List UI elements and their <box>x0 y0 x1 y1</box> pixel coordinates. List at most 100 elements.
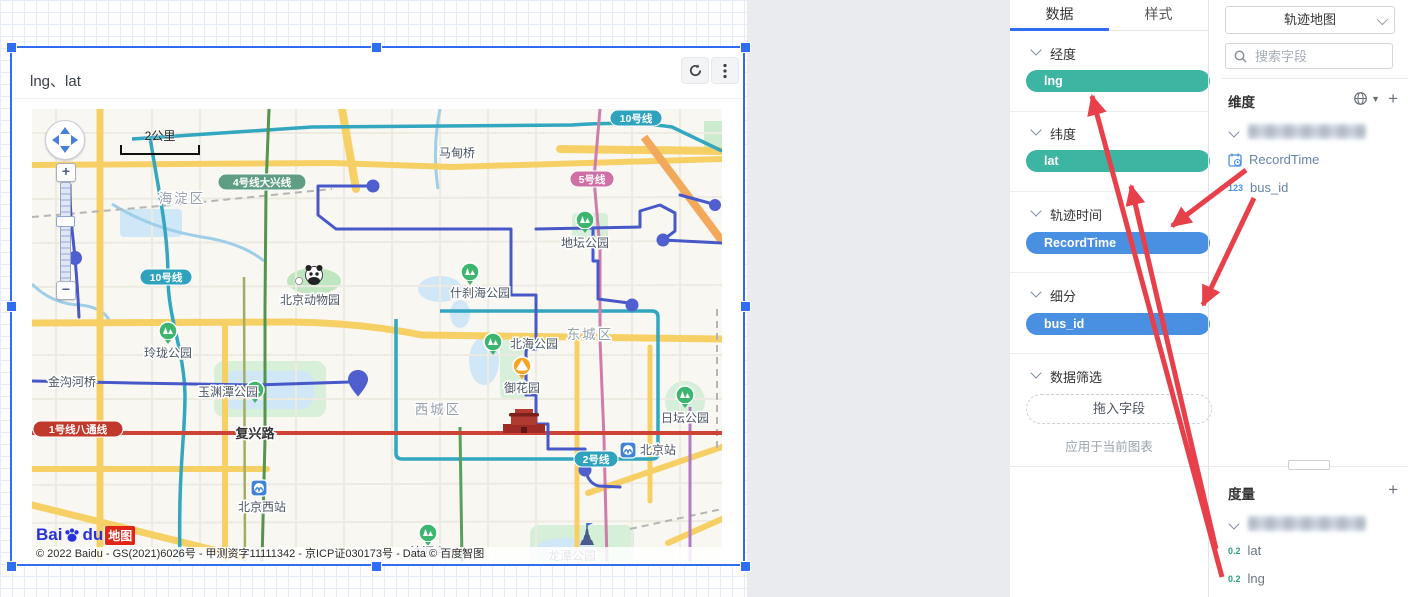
scale-label: 2公里 <box>120 127 200 144</box>
field-lat[interactable]: 0.2 lat <box>1228 543 1261 558</box>
resize-handle-s[interactable] <box>371 561 382 572</box>
chevron-down-icon[interactable] <box>1030 44 1041 55</box>
place-label: 地坛公园 <box>561 236 609 250</box>
divider <box>1222 78 1408 79</box>
place-label: 御花园 <box>504 380 540 395</box>
resize-handle-se[interactable] <box>740 561 751 572</box>
chip-busid[interactable]: bus_id <box>1026 313 1210 335</box>
chevron-down-icon <box>1377 14 1388 25</box>
railways <box>32 189 722 529</box>
refresh-icon <box>688 63 703 78</box>
decimal-field-icon: 0.2 <box>1228 546 1241 556</box>
pan-left-icon[interactable] <box>52 135 59 145</box>
tab-data[interactable]: 数据 <box>1010 0 1109 30</box>
baidu-map-badge: 地图 <box>105 526 135 545</box>
more-options-button[interactable] <box>711 57 739 84</box>
resize-handle-w[interactable] <box>6 301 17 312</box>
chart-type-select[interactable]: 轨迹地图 <box>1225 6 1395 34</box>
district-label: 东城区 <box>567 327 614 342</box>
field-name: lng <box>1248 571 1265 586</box>
field-busid[interactable]: 123 bus_id <box>1228 180 1288 195</box>
refresh-button[interactable] <box>681 57 709 84</box>
line-pill: 4号线大兴线 <box>233 176 292 189</box>
measures-tools: + <box>1388 483 1398 497</box>
add-measure-button[interactable]: + <box>1388 483 1398 497</box>
chip-lat[interactable]: lat <box>1026 150 1210 172</box>
zoom-in-button[interactable]: + <box>56 163 76 182</box>
widget-title: lng、lat <box>30 70 81 91</box>
map-pan-control[interactable] <box>45 120 85 160</box>
number-field-icon: 123 <box>1228 183 1243 193</box>
panel-tabs: 数据 样式 <box>1010 0 1208 31</box>
chevron-down-icon[interactable] <box>1030 286 1041 297</box>
field-name: bus_id <box>1250 180 1288 195</box>
scale-bar <box>120 145 200 155</box>
place-label: 马甸桥 <box>439 146 475 160</box>
zoom-out-button[interactable]: − <box>56 281 76 300</box>
config-panels: 数据 样式 经度 lng 纬度 lat 轨迹时间 RecordTime 细分 b… <box>1010 0 1408 597</box>
chevron-down-icon[interactable] <box>1228 126 1239 137</box>
field-lng[interactable]: 0.2 lng <box>1228 571 1265 586</box>
map-scale: 2公里 <box>120 127 200 155</box>
chart-type-value: 轨迹地图 <box>1284 12 1336 27</box>
field-name: lat <box>1248 543 1262 558</box>
district-label: 海淀区 <box>159 191 206 206</box>
search-input[interactable] <box>1253 48 1384 65</box>
baidu-logo: Bai du 地图 <box>36 524 135 546</box>
dataset-name-redacted[interactable] <box>1248 516 1366 531</box>
rivers <box>32 109 440 321</box>
field-recordtime[interactable]: RecordTime <box>1228 152 1319 167</box>
apply-hint: 应用于当前图表 <box>1010 436 1208 455</box>
panel-divider <box>1208 0 1209 597</box>
baidu-map[interactable]: 10号线 5号线 4号线大兴线 10号线 1号线八通线 2号线 海淀区 西城区 … <box>32 109 722 562</box>
baidu-paw-icon <box>63 526 81 544</box>
resize-handle-nw[interactable] <box>6 42 17 53</box>
chevron-down-icon[interactable] <box>1228 518 1239 529</box>
date-field-icon <box>1228 153 1242 167</box>
divider <box>1010 191 1208 192</box>
zoom-slider-track[interactable] <box>60 182 71 282</box>
place-label: 日坛公园 <box>661 411 709 425</box>
place-label: 金沟河桥 <box>48 374 96 389</box>
line-pill: 10号线 <box>150 271 183 284</box>
chevron-down-icon[interactable] <box>1030 205 1041 216</box>
chip-lng[interactable]: lng <box>1026 70 1210 92</box>
dimensions-header: 维度 <box>1228 91 1255 111</box>
zoom-slider-thumb[interactable] <box>56 216 75 227</box>
resize-handle-ne[interactable] <box>740 42 751 53</box>
section-longitude-label: 经度 <box>1050 44 1076 63</box>
resize-handle-e[interactable] <box>740 301 751 312</box>
drop-field-zone[interactable]: 拖入字段 <box>1026 394 1212 424</box>
header-divider <box>12 98 743 99</box>
place-label: 北京动物园 <box>280 293 340 307</box>
fields-panel: 轨迹地图 维度 ▼ + <box>1222 0 1408 597</box>
pin-marker <box>348 370 368 397</box>
dimensions-tools: ▼ + <box>1353 91 1398 106</box>
line-pill: 5号线 <box>579 173 606 186</box>
globe-icon[interactable] <box>1353 91 1368 106</box>
section-latitude-label: 纬度 <box>1050 124 1076 143</box>
tab-style[interactable]: 样式 <box>1109 0 1208 30</box>
add-dimension-button[interactable]: + <box>1388 92 1398 106</box>
line-pill: 2号线 <box>583 453 610 466</box>
kebab-icon <box>723 63 727 79</box>
resize-handle-n[interactable] <box>371 42 382 53</box>
measures-header: 度量 <box>1228 483 1255 503</box>
resize-handle-sw[interactable] <box>6 561 17 572</box>
place-label: 北京站 <box>640 443 676 457</box>
caret-down-icon[interactable]: ▼ <box>1371 94 1380 104</box>
divider <box>1010 111 1208 112</box>
pan-right-icon[interactable] <box>71 135 78 145</box>
chevron-down-icon[interactable] <box>1030 124 1041 135</box>
chip-recordtime[interactable]: RecordTime <box>1026 232 1210 254</box>
chevron-down-icon[interactable] <box>1030 367 1041 378</box>
section-filter-label: 数据筛选 <box>1050 367 1102 386</box>
dataset-name-redacted[interactable] <box>1248 124 1366 139</box>
line-pill: 1号线八通线 <box>49 423 108 436</box>
field-search[interactable] <box>1225 43 1393 69</box>
map-widget-card[interactable]: lng、lat <box>10 46 745 566</box>
major-roads <box>32 109 722 562</box>
pan-up-icon[interactable] <box>60 127 70 134</box>
divider <box>1010 272 1208 273</box>
pan-down-icon[interactable] <box>60 146 70 153</box>
